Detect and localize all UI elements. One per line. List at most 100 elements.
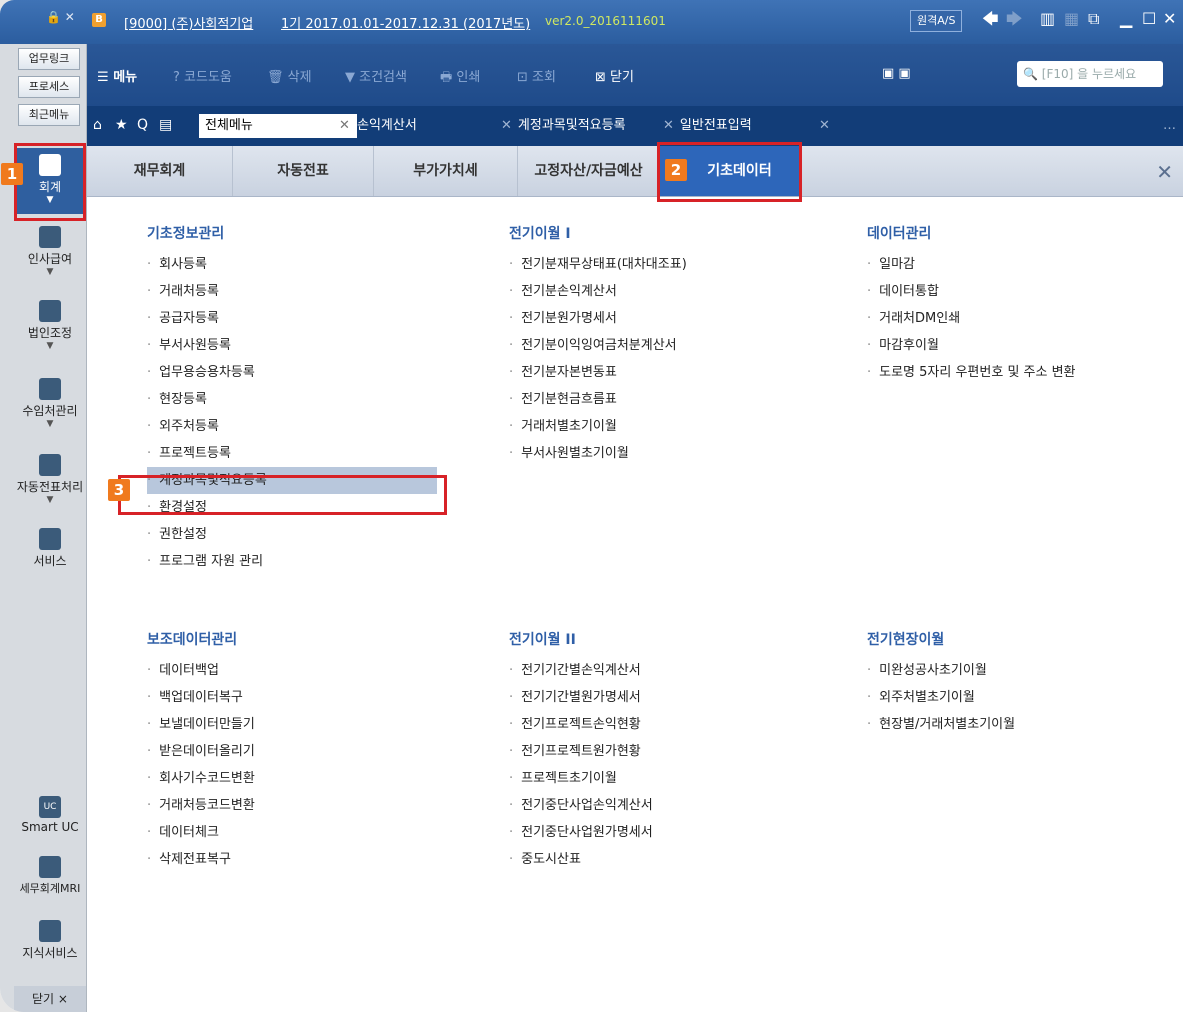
recent-menu-button[interactable]: 최근메뉴 (18, 104, 80, 126)
book-icon[interactable]: ▥ (1040, 9, 1055, 29)
menu-item[interactable]: 백업데이터복구 (147, 684, 255, 711)
menu-item[interactable]: 보낼데이터만들기 (147, 711, 255, 738)
section-title: 기초정보관리 (147, 226, 225, 242)
menu-item[interactable]: 삭제전표복구 (147, 846, 255, 873)
step-badge-1: 1 (1, 163, 23, 185)
uc-icon: UC (39, 796, 61, 818)
nav-tax-mri[interactable]: 세무회계MRI (14, 856, 86, 896)
menu-item[interactable]: 전기프로젝트원가현황 (509, 738, 653, 765)
close-window-icon[interactable]: ✕ (1163, 9, 1176, 29)
menu-item[interactable]: 외주처별초기이월 (867, 684, 1015, 711)
home-icon[interactable]: ⌂ (93, 117, 102, 133)
nav-client-mgmt[interactable]: 수임처관리 ▼ (14, 378, 86, 429)
menu-item-department[interactable]: 부서사원등록 (147, 332, 437, 359)
remote-as-button[interactable]: 원격A/S (910, 10, 963, 32)
tab-general-voucher[interactable]: ✕ 일반전표입력 (663, 114, 752, 138)
menu-item[interactable]: 미완성공사초기이월 (867, 657, 1015, 684)
menu-item[interactable]: 전기기간별원가명세서 (509, 684, 653, 711)
window-cascade-icon[interactable]: ⧉ (1088, 9, 1099, 29)
calendar-icon[interactable]: ▤ (159, 117, 172, 133)
menu-item-permission[interactable]: 권한설정 (147, 521, 437, 548)
star-icon[interactable]: ★ (115, 117, 128, 133)
menu-item-company[interactable]: 회사등록 (147, 251, 437, 278)
menu-item[interactable]: 전기분현금흐름표 (509, 386, 687, 413)
close-tab-button[interactable]: ⊠ 닫기 (595, 66, 634, 85)
menu-item[interactable]: 거래처별초기이월 (509, 413, 687, 440)
category-financial-accounting[interactable]: 재무회계 (87, 146, 233, 196)
menu-item[interactable]: 전기프로젝트손익현황 (509, 711, 653, 738)
menu-item-site[interactable]: 현장등록 (147, 386, 437, 413)
print-button[interactable]: 🖶 인쇄 (440, 66, 480, 90)
menu-item[interactable]: 전기분손익계산서 (509, 278, 687, 305)
menu-item[interactable]: 전기분자본변동표 (509, 359, 687, 386)
menu-item[interactable]: 받은데이터올리기 (147, 738, 255, 765)
nav-service[interactable]: 서비스 (14, 528, 86, 569)
window-layout-icon[interactable]: ▣ ▣ (882, 66, 911, 81)
menu-item[interactable]: 부서사원별초기이월 (509, 440, 687, 467)
close-icon[interactable]: ✕ (819, 114, 830, 138)
category-vat[interactable]: 부가가치세 (374, 146, 518, 196)
tab-bar: ⌂ ★ Q ▤ 전체메뉴 ✕ 손익계산서 ✕ 계정과목및적요등록 ✕ 일반전표입력 … (87, 106, 1183, 146)
back-arrow-icon[interactable]: 🡄 (982, 9, 999, 29)
menu-item[interactable]: 전기중단사업원가명세서 (509, 819, 653, 846)
menu-item[interactable]: 데이터통합 (867, 278, 1076, 305)
menu-item[interactable]: 데이터체크 (147, 819, 255, 846)
delete-button[interactable]: 🗑 삭제 (267, 66, 312, 85)
search-input[interactable]: 🔍 [F10] 을 누르세요 (1017, 61, 1163, 87)
menu-item[interactable]: 전기분재무상태표(대차대조표) (509, 251, 687, 278)
more-icon[interactable]: … (1163, 114, 1176, 138)
nav-corporate-adjust[interactable]: 법인조정 ▼ (14, 300, 86, 351)
forward-arrow-icon[interactable]: 🡆 (1006, 9, 1023, 29)
view-button[interactable]: ⊡ 조회 (517, 66, 556, 85)
menu-item[interactable]: 마감후이월 (867, 332, 1076, 359)
menu-item[interactable]: 프로젝트초기이월 (509, 765, 653, 792)
grid-icon[interactable]: ▦ (1064, 9, 1079, 29)
menu-item-project[interactable]: 프로젝트등록 (147, 440, 437, 467)
close-icon[interactable]: ✕ (663, 118, 674, 133)
menu-item[interactable]: 전기분원가명세서 (509, 305, 687, 332)
menu-item[interactable]: 전기기간별손익계산서 (509, 657, 653, 684)
menu-item[interactable]: 전기중단사업손익계산서 (509, 792, 653, 819)
menu-item[interactable]: 전기분이익잉여금처분계산서 (509, 332, 687, 359)
menu-item-business-car[interactable]: 업무용승용차등록 (147, 359, 437, 386)
open-book-icon (39, 920, 61, 942)
code-help-button[interactable]: ? 코드도움 (173, 66, 232, 85)
sidebar-close-button[interactable]: 닫기 × (14, 986, 86, 1012)
menu-item-resource[interactable]: 프로그램 자원 관리 (147, 548, 437, 575)
filter-search-button[interactable]: ▼ 조건검색 (345, 66, 407, 85)
tab-income-statement[interactable]: 손익계산서 (357, 114, 417, 138)
tab-all-menu[interactable]: 전체메뉴 ✕ (199, 114, 357, 138)
close-icon[interactable]: ✕ (501, 118, 512, 133)
menu-item-subcontractor[interactable]: 외주처등록 (147, 413, 437, 440)
menu-item[interactable]: 중도시산표 (509, 846, 653, 873)
menu-item[interactable]: 데이터백업 (147, 657, 255, 684)
menu-item[interactable]: 거래처DM인쇄 (867, 305, 1076, 332)
menu-item[interactable]: 현장별/거래처별초기이월 (867, 711, 1015, 738)
tab-account-register[interactable]: ✕ 계정과목및적요등록 (501, 114, 626, 138)
minimize-icon[interactable]: ▁ (1120, 9, 1132, 29)
category-fixed-assets[interactable]: 고정자산/자금예산 (518, 146, 660, 196)
close-menu-icon[interactable]: ✕ (1156, 160, 1173, 184)
nav-knowledge[interactable]: 지식서비스 (14, 920, 86, 961)
nav-hr-payroll[interactable]: 인사급여 ▼ (14, 226, 86, 277)
version-label: ver2.0_2016111601 (545, 14, 666, 28)
highlight-box-3 (118, 475, 447, 515)
menu-item[interactable]: 회사기수코드변환 (147, 765, 255, 792)
fiscal-period-selector[interactable]: 1기 2017.01.01-2017.12.31 (2017년도) (281, 13, 530, 32)
menu-item-vendor[interactable]: 거래처등록 (147, 278, 437, 305)
menu-item[interactable]: 도로명 5자리 우편번호 및 주소 변환 (867, 359, 1075, 386)
search-icon[interactable]: Q (137, 117, 148, 133)
category-auto-voucher[interactable]: 자동전표 (233, 146, 374, 196)
menu-item-supplier[interactable]: 공급자등록 (147, 305, 437, 332)
process-button[interactable]: 프로세스 (18, 76, 80, 98)
company-selector[interactable]: [9000] (주)사회적기업 (124, 13, 253, 32)
maximize-icon[interactable]: ☐ (1142, 9, 1156, 29)
nav-smart-uc[interactable]: UC Smart UC (14, 796, 86, 834)
work-link-button[interactable]: 업무링크 (18, 48, 80, 70)
menu-item[interactable]: 거래처등코드변환 (147, 792, 255, 819)
nav-auto-voucher[interactable]: 자동전표처리 ▼ (14, 454, 86, 505)
person-icon (39, 226, 61, 248)
menu-button[interactable]: ☰ 메뉴 (97, 66, 137, 85)
menu-item[interactable]: 일마감 (867, 251, 1076, 278)
close-icon[interactable]: ✕ (339, 114, 350, 138)
